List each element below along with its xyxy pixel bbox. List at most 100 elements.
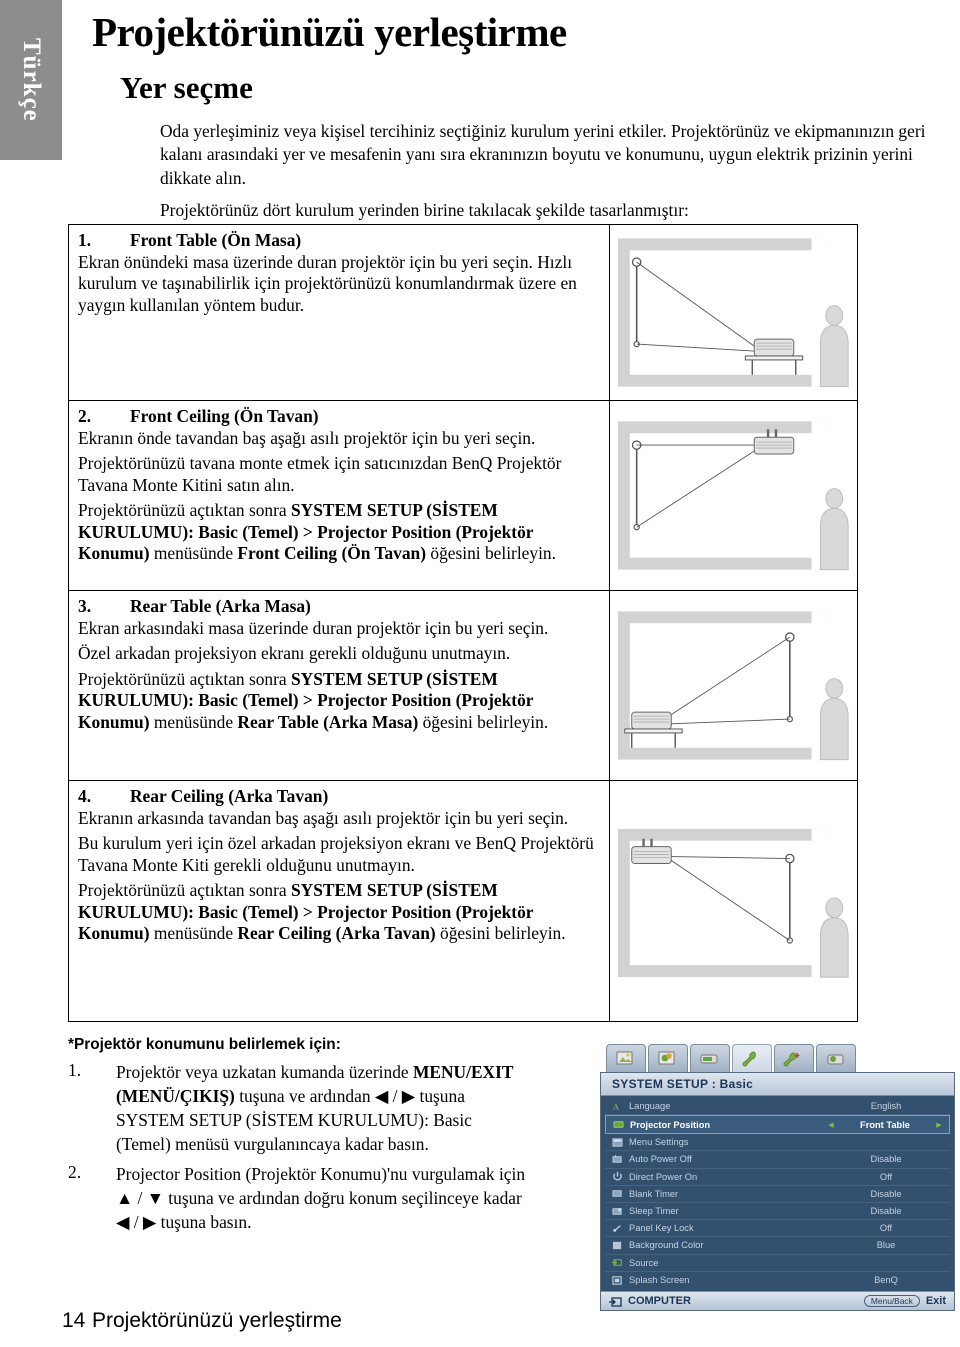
section-heading: Yer seçme — [120, 70, 253, 105]
right-arrow-icon: ▶ — [934, 1155, 946, 1163]
osd-tab-display[interactable] — [690, 1044, 730, 1072]
position-title: Front Table (Ön Masa) — [130, 230, 302, 250]
position-text-cell: 3. Rear Table (Arka Masa) Ekran arkasında… — [69, 591, 609, 780]
position-heading: 4. Rear Ceiling (Arka Tavan) — [78, 786, 599, 807]
position-paragraph: Ekranın arkasında tavandan baş aşağı ası… — [78, 808, 569, 828]
language-tab-label: Türkçe — [18, 38, 45, 122]
osd-row-blank-timer[interactable]: Blank Timer ◀ Disable ▶ — [605, 1186, 950, 1203]
osd-row-value: Off — [879, 1171, 893, 1182]
position-number: 2. — [78, 406, 92, 426]
osd-row-value: Off — [879, 1223, 893, 1234]
position-paragraph: Projektörünüzü açtıktan sonra SYSTEM SET… — [78, 668, 549, 732]
position-heading: 3. Rear Table (Arka Masa) — [78, 596, 599, 617]
position-paragraph: Ekran önündeki masa üzerinde duran proje… — [78, 252, 577, 315]
osd-row-label: Direct Power On — [629, 1171, 698, 1182]
osd-tab-bar — [600, 1044, 955, 1072]
position-paragraph: Ekranın önde tavandan baş aşağı asılı pr… — [78, 428, 536, 448]
illustration — [610, 781, 857, 1021]
osd-footer-bar: COMPUTER Menu/Back Exit — [601, 1290, 954, 1310]
left-arrow-icon: ◀ — [826, 1190, 838, 1198]
right-arrow-icon: ▶ — [934, 1259, 946, 1267]
table-row: 1. Front Table (Ön Masa) Ekran önündeki m… — [69, 225, 857, 401]
osd-row-direct-power-on[interactable]: Direct Power On ◀ Off ▶ — [605, 1169, 950, 1186]
position-text-cell: 1. Front Table (Ön Masa) Ekran önündeki m… — [69, 225, 609, 400]
osd-row-value: Blue — [876, 1240, 896, 1251]
osd-row-value: English — [870, 1101, 902, 1112]
osd-row-label: Source — [629, 1257, 659, 1268]
osd-row-value: Disable — [870, 1154, 902, 1165]
osd-row-value: Disable — [870, 1206, 902, 1217]
left-arrow-icon: ◀ — [826, 1138, 838, 1146]
osd-row-background-color[interactable]: Background Color ◀ Blue ▶ — [605, 1237, 950, 1255]
osd-row-label: Sleep Timer — [629, 1206, 679, 1217]
right-arrow-icon: ▶ — [934, 1190, 946, 1198]
position-paragraph: Özel arkadan projeksiyon ekranı gerekli … — [78, 643, 511, 664]
right-arrow-icon: ▶ — [934, 1276, 946, 1284]
osd-exit-label: Exit — [925, 1294, 946, 1307]
left-arrow-icon: ◀ — [826, 1102, 838, 1110]
left-arrow-icon: ◀ — [826, 1276, 838, 1284]
illustration — [610, 401, 857, 590]
osd-row-value: Front Table — [860, 1119, 910, 1130]
step-text: Projector Position (Projektör Konumu)'nu… — [116, 1164, 526, 1233]
osd-row-projector-position[interactable]: Projector Position ◀ Front Table ▶ — [605, 1115, 950, 1135]
osd-row-source[interactable]: Source ◀ ▶ — [605, 1255, 950, 1272]
osd-panel-title: SYSTEM SETUP : Basic — [601, 1073, 954, 1096]
osd-row-label: Projector Position — [630, 1119, 711, 1130]
picture-icon — [616, 1051, 633, 1064]
osd-row-panel-key-lock[interactable]: Panel Key Lock ◀ Off ▶ — [605, 1220, 950, 1238]
language-icon: A — [609, 1100, 626, 1112]
table-row: 2. Front Ceiling (Ön Tavan) Ekranın önde … — [69, 401, 857, 591]
left-arrow-icon[interactable]: ◀ — [825, 1121, 837, 1129]
osd-panel: SYSTEM SETUP : Basic A Language ◀ Englis… — [600, 1072, 955, 1311]
illustration — [610, 591, 857, 780]
splash-screen-icon — [609, 1274, 626, 1286]
left-arrow-icon: ◀ — [826, 1155, 838, 1163]
procedure-heading: *Projektör konumunu belirlemek için: — [68, 1036, 341, 1053]
position-heading: 1. Front Table (Ön Masa) — [78, 230, 599, 251]
list-item: 2. Projector Position (Projektör Konumu)… — [68, 1162, 528, 1234]
osd-row-menu-settings[interactable]: Menu Settings ◀ ▶ — [605, 1134, 950, 1152]
left-arrow-icon: ◀ — [826, 1259, 838, 1267]
projector-position-icon — [610, 1119, 627, 1131]
page-number: 14 — [62, 1309, 86, 1332]
osd-tab-picture-advanced[interactable] — [648, 1044, 688, 1072]
osd-tab-system-setup-advanced[interactable] — [774, 1044, 814, 1072]
position-title: Front Ceiling (Ön Tavan) — [130, 406, 319, 426]
osd-tab-picture[interactable] — [606, 1044, 646, 1072]
osd-row-splash-screen[interactable]: Splash Screen ◀ BenQ ▶ — [605, 1272, 950, 1289]
right-arrow-icon: ▶ — [934, 1173, 946, 1181]
right-arrow-icon[interactable]: ▶ — [933, 1121, 945, 1129]
osd-key-hint: Menu/Back — [863, 1294, 920, 1307]
position-title: Rear Ceiling (Arka Tavan) — [130, 786, 329, 806]
position-number: 3. — [78, 596, 92, 616]
osd-row-auto-power-off[interactable]: Auto Power Off ◀ Disable ▶ — [605, 1151, 950, 1169]
rear-table-diagram — [609, 591, 857, 780]
osd-row-label: Auto Power Off — [629, 1154, 692, 1165]
osd-tab-system-setup-basic[interactable] — [732, 1044, 772, 1072]
projector-positions-table: 1. Front Table (Ön Masa) Ekran önündeki m… — [68, 224, 858, 1022]
osd-row-label: Menu Settings — [629, 1137, 689, 1148]
position-paragraph: Bu kurulum yeri için özel arkadan projek… — [78, 833, 594, 875]
osd-row-sleep-timer[interactable]: Sleep Timer ◀ Disable ▶ — [605, 1203, 950, 1221]
intro-paragraph-1: Oda yerleşiminiz veya kişisel tercihiniz… — [160, 121, 926, 188]
osd-row-language[interactable]: A Language ◀ English ▶ — [605, 1098, 950, 1116]
source-input-icon — [609, 1295, 623, 1307]
table-row: 3. Rear Table (Arka Masa) Ekran arkasında… — [69, 591, 857, 781]
page-footer: 14 Projektörünüzü yerleştirme — [0, 1309, 960, 1333]
osd-tab-information[interactable] — [816, 1044, 856, 1072]
language-side-tab: Türkçe — [0, 0, 62, 160]
left-arrow-icon: ◀ — [826, 1241, 838, 1249]
position-paragraph: Projektörünüzü açtıktan sonra SYSTEM SET… — [78, 880, 566, 944]
picture-advanced-icon — [658, 1051, 675, 1064]
procedure-block: *Projektör konumunu belirlemek için: 1. … — [68, 1036, 528, 1240]
front-ceiling-diagram — [609, 401, 857, 590]
svg-text:A: A — [613, 1102, 619, 1111]
front-table-diagram — [609, 225, 857, 400]
position-number: 1. — [78, 230, 92, 250]
right-arrow-icon: ▶ — [934, 1138, 946, 1146]
position-text-cell: 2. Front Ceiling (Ön Tavan) Ekranın önde … — [69, 401, 609, 590]
position-heading: 2. Front Ceiling (Ön Tavan) — [78, 406, 599, 427]
position-paragraph: Projektörünüzü açtıktan sonra SYSTEM SET… — [78, 500, 556, 564]
rear-ceiling-diagram — [609, 781, 857, 1021]
